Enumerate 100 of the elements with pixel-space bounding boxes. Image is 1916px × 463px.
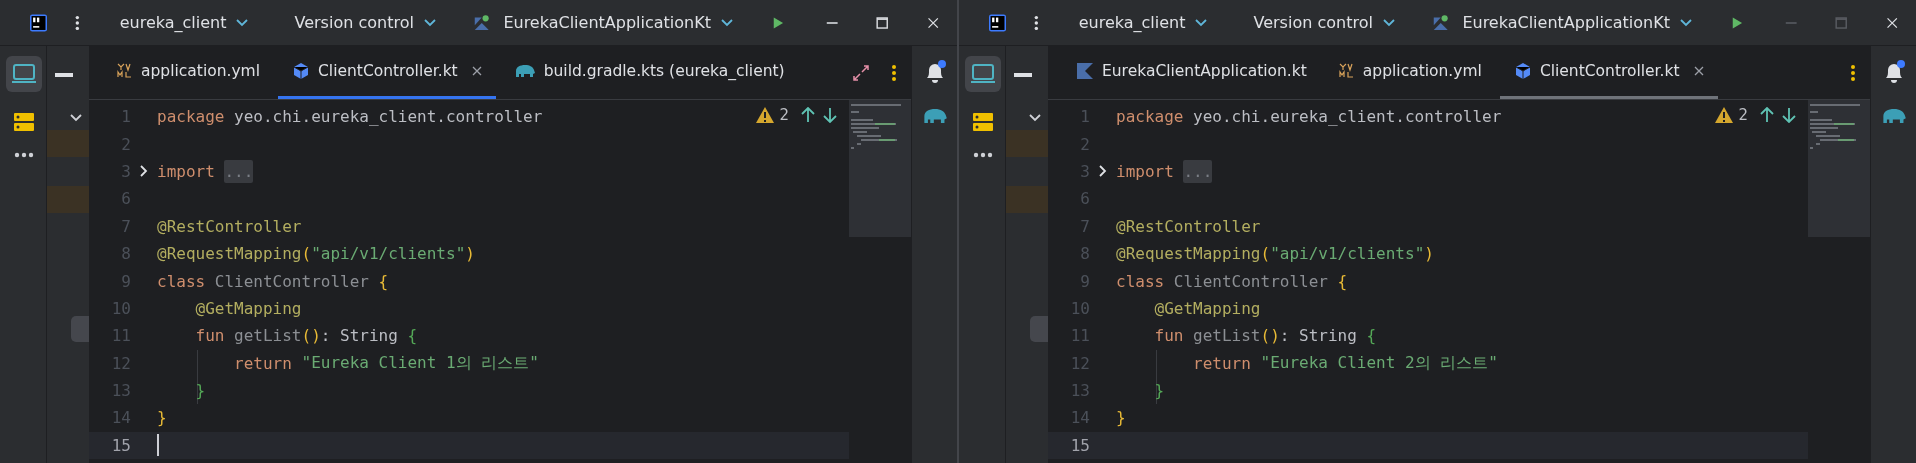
annotation-text: @RequestMapping [1116,244,1261,264]
editor-tab[interactable]: ClientController.kt [278,46,496,99]
keyword-text: package [157,107,226,127]
keyword-text: class [157,271,207,291]
cube-icon [1513,62,1532,80]
elephant-icon [513,63,536,79]
bracket-text: () [301,326,321,346]
expand-icon[interactable] [853,64,869,81]
close-icon[interactable] [1693,66,1704,76]
code-text: yeo.chi.eureka_client.controller [234,107,543,127]
annotation-text: @RequestMapping [157,244,302,264]
editor-tab[interactable]: build.gradle.kts (eureka_client) [499,46,799,99]
annotation-text: @GetMapping [1153,298,1261,318]
keyword-text: fun [194,326,226,346]
run-configuration-selector[interactable]: EurekaClientApplicationKt [1456,9,1698,36]
bracket-text: } [157,408,167,428]
code-text: : String [320,326,399,346]
chevron-down-icon[interactable] [1382,18,1395,27]
chevron-right-icon[interactable] [1099,165,1107,178]
annotation-text: @RestController [157,216,302,236]
scroll-thumb[interactable] [71,316,89,342]
keyword-text: import [157,161,216,181]
run-config-icon [1432,12,1449,33]
bracket-text: ) [1424,244,1434,264]
keyword-text: import [1116,161,1175,181]
laptop-icon[interactable] [11,63,37,85]
more-tools-icon[interactable] [973,152,993,158]
kotlin-file-icon [1076,62,1094,80]
arrow-up-icon[interactable] [801,107,815,123]
app-logo-icon[interactable] [989,11,1007,34]
chevron-down-icon[interactable] [1029,114,1041,122]
project-tool-button[interactable] [965,56,1001,92]
bracket-text: } [194,381,206,401]
highlight-band [47,130,89,157]
yaml-file-icon [1338,63,1355,79]
chevron-down-icon[interactable] [423,18,436,27]
arrow-down-icon[interactable] [1782,107,1796,123]
services-icon[interactable] [972,112,994,132]
warning-count[interactable]: 2 [1738,106,1748,124]
chevron-down-icon[interactable] [720,18,733,27]
line-number: 15 [1069,435,1090,455]
services-icon[interactable] [13,112,35,132]
string-literal: "api/v1/clients" [311,244,466,264]
folded-code-placeholder: ... [224,159,254,183]
version-control-menu[interactable]: Version control [288,9,442,36]
editor-tab[interactable]: ClientController.kt [1499,46,1718,99]
chevron-down-icon[interactable] [70,114,82,122]
keyword-text: return [233,353,293,373]
string-literal: "Eureka Client 2의 리스트" [1260,352,1498,374]
identifier-text: ClientController [214,271,370,291]
bracket-text: { [378,271,389,291]
version-control-menu[interactable]: Version control [1247,9,1401,36]
chevron-down-icon[interactable] [236,18,249,27]
bracket-text: { [1337,271,1348,291]
minimap-drawing[interactable] [849,100,911,237]
scroll-thumb[interactable] [1030,316,1048,342]
annotation-text: @GetMapping [194,298,302,318]
highlight-band [1006,130,1048,157]
arrow-down-icon[interactable] [823,107,837,123]
close-icon[interactable] [471,66,482,76]
chevron-right-icon[interactable] [140,165,148,178]
identifier-text: getList [234,326,302,346]
highlight-band [1006,186,1048,213]
bracket-text: ( [1260,244,1271,264]
more-options-icon[interactable] [1850,63,1856,82]
minimap-drawing[interactable] [1808,100,1870,237]
chevron-down-icon[interactable] [1195,18,1208,27]
cube-icon [292,62,310,80]
project-selector[interactable]: eureka_client [113,9,255,36]
string-literal: "Eureka Client 1의 리스트" [301,352,539,374]
editor-tab[interactable]: application.yml [103,46,274,99]
bracket-text: ) [465,244,475,264]
project-selector[interactable]: eureka_client [1072,9,1214,36]
chevron-down-icon[interactable] [1679,18,1692,27]
line-number: 15 [110,435,131,455]
warning-icon[interactable] [1714,106,1735,124]
run-configuration-selector[interactable]: EurekaClientApplicationKt [497,9,739,36]
laptop-icon[interactable] [970,63,996,85]
keyword-text: fun [1153,326,1185,346]
project-tool-button[interactable] [6,56,42,92]
maximize-icon[interactable] [876,14,889,31]
elephant-icon[interactable] [921,106,948,126]
warning-icon[interactable] [755,106,776,124]
bracket-text: () [1260,326,1280,346]
arrow-up-icon[interactable] [1760,107,1774,123]
text-caret [157,434,159,457]
editor-tab[interactable]: EurekaClientApplication.kt [1062,46,1321,99]
yaml-file-icon [117,63,133,79]
identifier-text: ClientController [1173,271,1329,291]
bracket-text: ( [301,244,312,264]
identifier-text: getList [1193,326,1261,346]
more-options-icon[interactable] [891,63,897,82]
keyword-text: package [1116,107,1185,127]
app-logo-icon[interactable] [30,11,48,34]
warning-count[interactable]: 2 [779,106,789,124]
editor-tab[interactable]: application.yml [1324,46,1496,99]
bracket-text: { [1366,326,1377,346]
keyword-text: class [1116,271,1166,291]
elephant-icon[interactable] [1880,106,1907,126]
more-tools-icon[interactable] [14,152,34,158]
